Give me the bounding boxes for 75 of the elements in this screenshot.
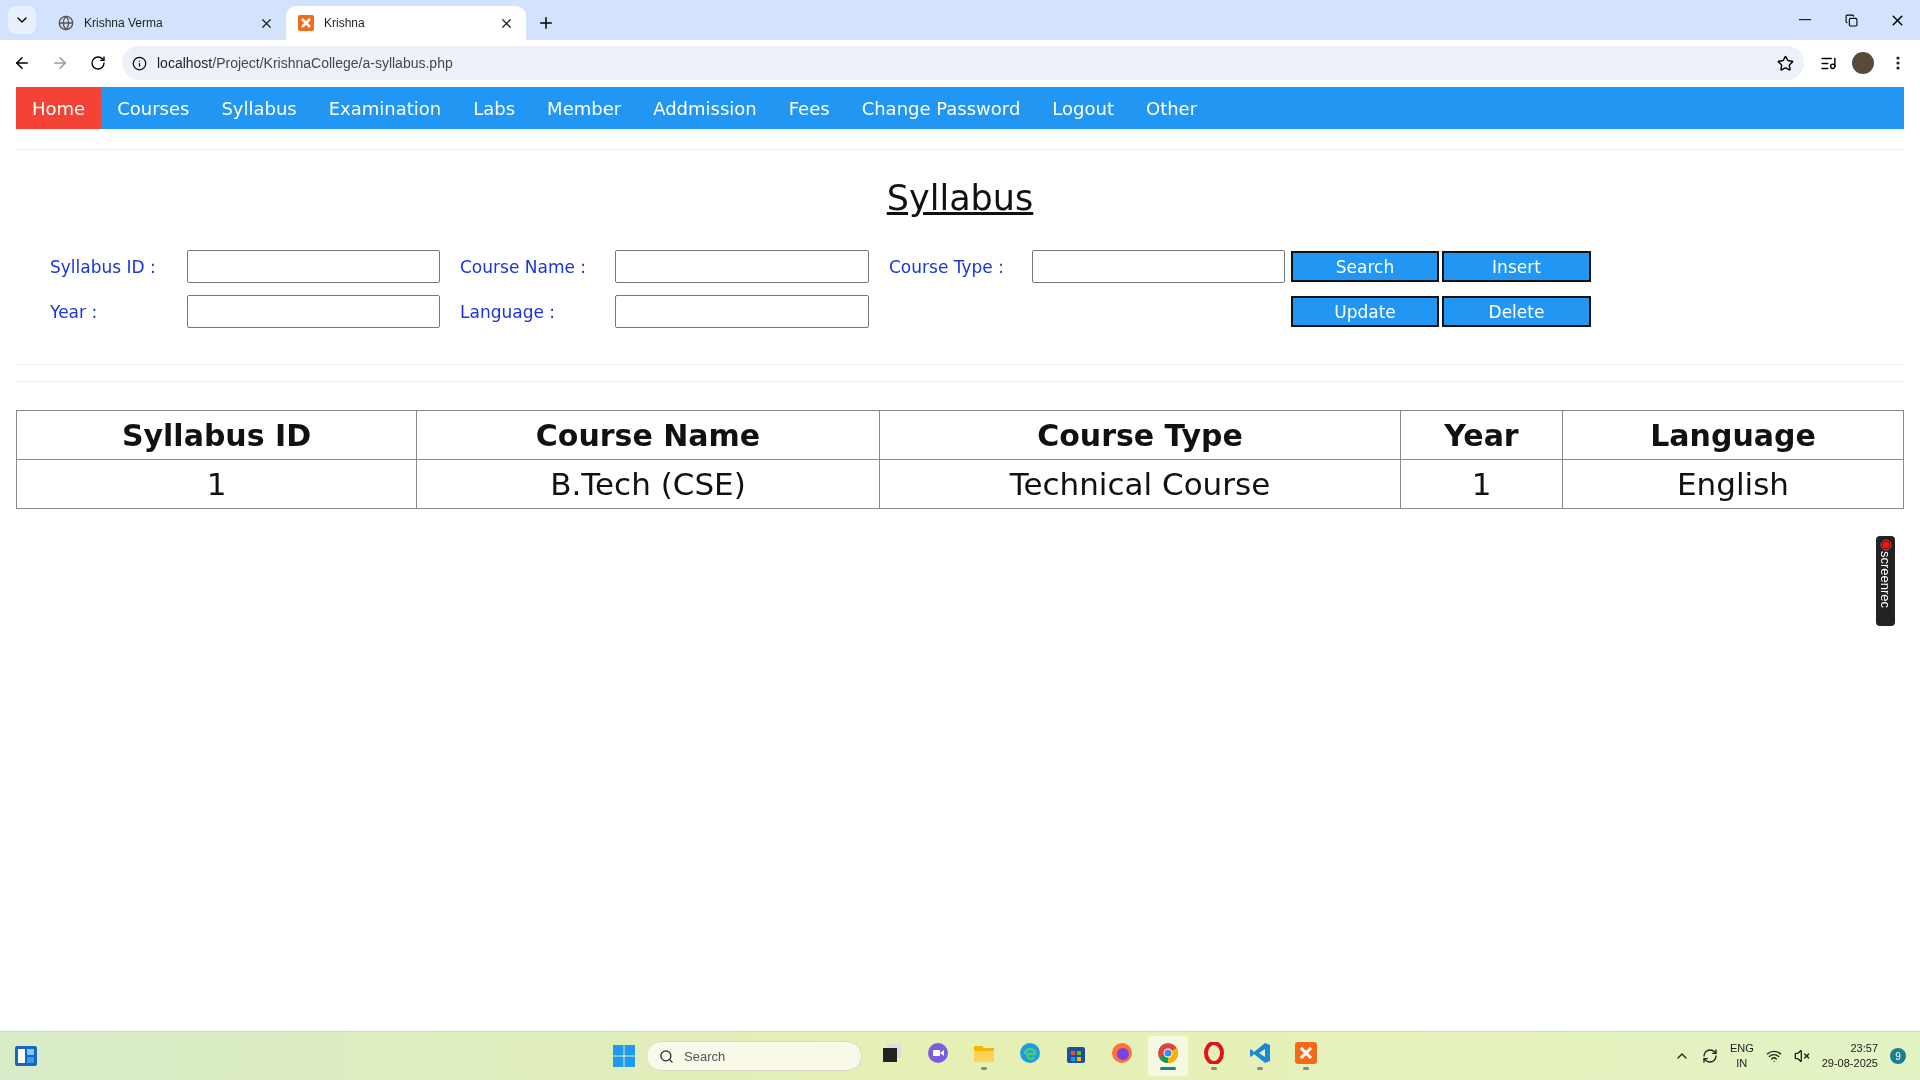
table-cell: 1 (1400, 459, 1563, 509)
field-label: Year : (50, 301, 99, 322)
input-field[interactable] (187, 250, 440, 283)
menu-icon (1896, 56, 1900, 70)
stacked-windows-icon (881, 1042, 903, 1064)
ring-icon (1203, 1042, 1225, 1064)
windows-start-icon[interactable] (612, 1044, 636, 1068)
xampp-icon (1295, 1042, 1317, 1064)
widgets-icon[interactable] (14, 1045, 38, 1067)
input-field[interactable] (615, 295, 869, 328)
profile-avatar[interactable] (1852, 52, 1874, 74)
nav-link[interactable]: Addmission (637, 87, 773, 129)
language-indicator[interactable]: ENG IN (1729, 1041, 1754, 1071)
input-field[interactable] (1032, 250, 1285, 283)
column-header: Course Type (879, 410, 1401, 460)
action-button[interactable]: Search (1291, 251, 1439, 282)
nav-link[interactable]: Logout (1036, 87, 1130, 129)
table-cell: 1 (16, 459, 417, 509)
action-button[interactable]: Delete (1442, 296, 1591, 327)
muted-speaker-icon (1793, 1048, 1810, 1064)
wifi-icon (1765, 1048, 1782, 1064)
url-text: localhost/Project/KrishnaCollege/a-syllabus.php (157, 55, 454, 71)
browser-tab[interactable]: Krishna Verma (46, 6, 286, 40)
action-button[interactable]: Update (1291, 296, 1439, 327)
nav-link[interactable]: Fees (772, 87, 846, 129)
field-label: Language : (459, 301, 557, 322)
field-label: Course Name : (459, 256, 588, 277)
table-cell: English (1562, 459, 1904, 509)
browser-tab[interactable]: Krishna (286, 6, 526, 40)
nav-link[interactable]: Home (16, 87, 102, 129)
globe-icon (58, 15, 74, 31)
plus-icon (537, 14, 555, 32)
nav-link[interactable]: Courses (101, 87, 206, 129)
record-icon (1879, 539, 1892, 551)
address-bar[interactable]: localhost/Project/KrishnaCollege/a-syllabus.php (122, 46, 1804, 80)
input-field[interactable] (187, 295, 440, 328)
tab-title: Krishna (324, 16, 366, 30)
nav-link[interactable]: Other (1130, 87, 1214, 129)
nav-link[interactable]: Labs (457, 87, 532, 129)
clock[interactable]: 23:57 29-08-2025 (1821, 1041, 1878, 1071)
page-title: Syllabus (885, 178, 1035, 218)
column-header: Course Name (416, 410, 880, 460)
taskbar-search-field[interactable]: Search (646, 1041, 862, 1071)
forward-arrow-icon (51, 54, 69, 72)
column-header: Language (1562, 410, 1904, 460)
reload-icon (90, 55, 106, 71)
restore-icon (1844, 13, 1858, 27)
sync-icon (1701, 1048, 1718, 1064)
field-label: Syllabus ID : (50, 256, 157, 277)
wave-browser-icon (1019, 1042, 1041, 1064)
action-button[interactable]: Insert (1442, 251, 1591, 282)
nav-link[interactable]: Examination (312, 87, 458, 129)
column-header: Year (1400, 410, 1563, 460)
recorder-label: screenrec (1878, 551, 1893, 609)
fox-browser-icon (1111, 1042, 1133, 1064)
star-icon (1777, 54, 1794, 72)
nav-link[interactable]: Syllabus (205, 87, 313, 129)
column-header: Syllabus ID (16, 410, 417, 460)
tab-title: Krishna Verma (84, 16, 164, 30)
input-field[interactable] (615, 250, 869, 283)
code-editor-icon (1249, 1042, 1271, 1064)
minimize-icon (1799, 19, 1811, 21)
field-label: Course Type : (888, 256, 1005, 277)
tab-search-button[interactable] (8, 6, 36, 34)
table-cell: Technical Course (879, 459, 1401, 509)
xampp-icon (298, 15, 314, 31)
notification-badge[interactable]: 9 (1890, 1048, 1906, 1064)
nav-link[interactable]: Change Password (845, 87, 1037, 129)
video-chat-icon (927, 1042, 949, 1064)
search-icon (659, 1048, 674, 1064)
nav-link[interactable]: Member (531, 87, 638, 129)
table-cell: B.Tech (CSE) (416, 459, 880, 509)
recorder-tab[interactable]: screenrec (1876, 536, 1895, 626)
chrome-icon (1157, 1042, 1179, 1064)
info-icon (132, 55, 147, 71)
